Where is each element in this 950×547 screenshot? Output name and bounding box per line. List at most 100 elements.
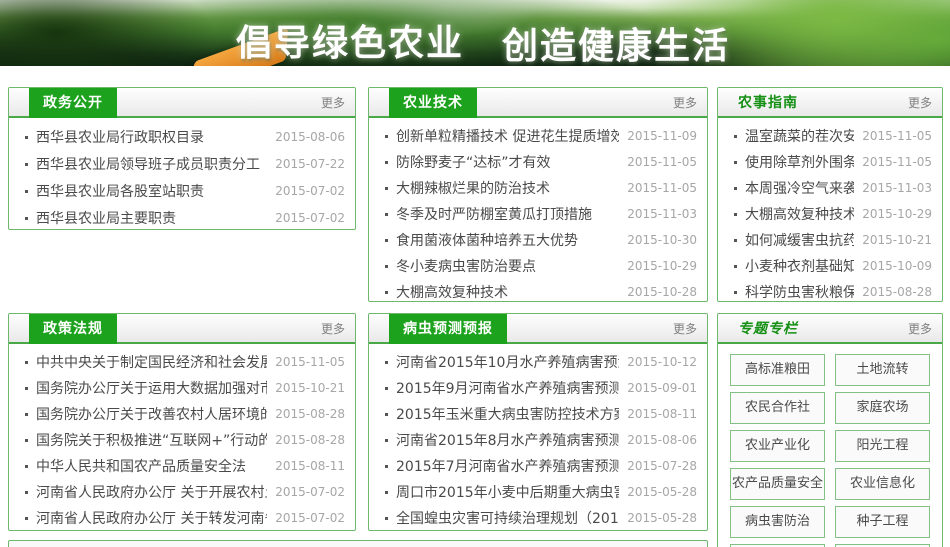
list-item[interactable]: 大棚辣椒烂果的防治技术 2015-11-05: [383, 175, 697, 201]
panel-bottom-partial: [8, 540, 708, 547]
item-title[interactable]: 冬季及时严防棚室黄瓜打顶措施: [383, 204, 619, 224]
item-title[interactable]: 中华人民共和国农产品质量安全法: [23, 456, 267, 476]
item-date: 2015-10-09: [862, 259, 932, 273]
list-item[interactable]: 国务院办公厅关于改善农村人居环境的指导 2015-08-28: [23, 401, 345, 427]
item-title[interactable]: 国务院办公厅关于运用大数据加强对市场主: [23, 378, 267, 398]
topic-button-seed-project[interactable]: 种子工程: [835, 506, 930, 538]
list-item[interactable]: 本周强冷空气来袭2015-11-03: [732, 175, 932, 201]
item-title[interactable]: 中共中央关于制定国民经济和社会发展第十: [23, 352, 267, 372]
list-item[interactable]: 冬小麦病虫害防治要点 2015-10-29: [383, 253, 697, 279]
item-date: 2015-08-06: [275, 130, 345, 144]
item-title[interactable]: 温室蔬菜的茬次安: [732, 126, 854, 146]
tab-pest-forecast[interactable]: 病虫预测预报: [389, 314, 507, 344]
topic-button-agri-informatization[interactable]: 农业信息化: [835, 468, 930, 500]
list-item[interactable]: 如何减缓害虫抗药2015-10-21: [732, 227, 932, 253]
list-item[interactable]: 河南省人民政府办公厅 关于转发河南省进一2015-07-02: [23, 505, 345, 531]
list-item[interactable]: 西华县农业局主要职责2015-07-02: [23, 204, 345, 230]
list-item[interactable]: 中共中央关于制定国民经济和社会发展第十 2015-11-05: [23, 349, 345, 375]
panel-farming-guide: 农事指南 更多 温室蔬菜的茬次安2015-11-05 使用除草剂外围条2015-…: [717, 87, 943, 302]
item-title[interactable]: 2015年9月河南省水产养殖病害预测预报: [383, 378, 619, 398]
topic-button-family-farms[interactable]: 家庭农场: [835, 392, 930, 424]
item-date: 2015-11-05: [627, 181, 697, 195]
item-date: 2015-11-03: [627, 207, 697, 221]
list-item[interactable]: 国务院办公厅关于运用大数据加强对市场主2015-10-21: [23, 375, 345, 401]
more-link[interactable]: 更多: [673, 314, 697, 344]
list-item[interactable]: 西华县农业局行政职权目录 2015-08-06: [23, 123, 345, 150]
list-item[interactable]: 2015年玉米重大病虫害防控技术方案2015-08-11: [383, 401, 697, 427]
list-item[interactable]: 冬季及时严防棚室黄瓜打顶措施 2015-11-03: [383, 201, 697, 227]
topic-button-farmer-coops[interactable]: 农民合作社: [730, 392, 825, 424]
list-item[interactable]: 创新单粒精播技术 促进花生提质增效2015-11-09: [383, 123, 697, 149]
topic-button-agri-industrialization[interactable]: 农业产业化: [730, 430, 825, 462]
item-title[interactable]: 河南省2015年8月水产养殖病害预测预报: [383, 430, 619, 450]
topic-button-pest-control[interactable]: 病虫害防治: [730, 506, 825, 538]
more-link[interactable]: 更多: [908, 88, 932, 118]
item-title[interactable]: 食用菌液体菌种培养五大优势: [383, 230, 619, 250]
item-title[interactable]: 河南省2015年10月水产养殖病害预测预报: [383, 352, 619, 372]
tab-gov-affairs[interactable]: 政务公开: [29, 88, 117, 118]
item-title[interactable]: 全国蝗虫灾害可持续治理规划（2014-2020年: [383, 508, 619, 528]
topic-button-land-transfer[interactable]: 土地流转: [835, 354, 930, 386]
item-title[interactable]: 国务院办公厅关于改善农村人居环境的指导: [23, 404, 267, 424]
more-link[interactable]: 更多: [321, 88, 345, 118]
item-title[interactable]: 小麦种衣剂基础知: [732, 256, 854, 276]
tab-agri-tech[interactable]: 农业技术: [389, 88, 477, 118]
item-date: 2015-11-05: [275, 355, 345, 369]
list-item[interactable]: 西华县农业局各股室站职责2015-07-02: [23, 177, 345, 204]
topic-button-sunshine-project[interactable]: 阳光工程: [835, 430, 930, 462]
item-title[interactable]: 2015年玉米重大病虫害防控技术方案: [383, 404, 619, 424]
list-item[interactable]: 西华县农业局领导班子成员职责分工2015-07-22: [23, 150, 345, 177]
more-link[interactable]: 更多: [908, 314, 932, 344]
item-title[interactable]: 如何减缓害虫抗药: [732, 230, 854, 250]
item-title[interactable]: 冬小麦病虫害防治要点: [383, 256, 619, 276]
list-item[interactable]: 使用除草剂外围条2015-11-05: [732, 149, 932, 175]
list-item[interactable]: 温室蔬菜的茬次安2015-11-05: [732, 123, 932, 149]
panel-policy: 政策法规 更多 中共中央关于制定国民经济和社会发展第十 2015-11-05 国务…: [8, 313, 356, 531]
item-date: 2015-10-29: [627, 259, 697, 273]
list-item[interactable]: 大棚高效复种技术2015-10-28: [383, 279, 697, 302]
list-item[interactable]: 河南省2015年8月水产养殖病害预测预报2015-08-06: [383, 427, 697, 453]
item-title[interactable]: 2015年7月河南省水产养殖病害预测预报: [383, 456, 619, 476]
item-title[interactable]: 大棚高效复种技术: [732, 204, 854, 224]
list-item[interactable]: 2015年7月河南省水产养殖病害预测预报2015-07-28: [383, 453, 697, 479]
list-item[interactable]: 食用菌液体菌种培养五大优势 2015-10-30: [383, 227, 697, 253]
list-item[interactable]: 小麦种衣剂基础知 2015-10-09: [732, 253, 932, 279]
topic-button-grain-fields[interactable]: 高标准粮田: [730, 354, 825, 386]
item-title[interactable]: 周口市2015年小麦中后期重大病虫害发生趋: [383, 482, 619, 502]
panel-header: 政策法规 更多: [9, 314, 355, 344]
list-item[interactable]: 大棚高效复种技术2015-10-29: [732, 201, 932, 227]
list-item[interactable]: 周口市2015年小麦中后期重大病虫害发生趋2015-05-28: [383, 479, 697, 505]
list-item[interactable]: 河南省2015年10月水产养殖病害预测预报2015-10-12: [383, 349, 697, 375]
list-item[interactable]: 河南省人民政府办公厅 关于开展农村土地承2015-07-02: [23, 479, 345, 505]
item-title[interactable]: 国务院关于积极推进“互联网+”行动的指导: [23, 430, 267, 450]
list-item[interactable]: 国务院关于积极推进“互联网+”行动的指导2015-08-28: [23, 427, 345, 453]
list-item[interactable]: 科学防虫害秋粮保2015-08-28: [732, 279, 932, 302]
topic-button-product-quality-safety[interactable]: 农产品质量安全: [730, 468, 825, 500]
title-farming-guide: 农事指南: [738, 88, 798, 118]
item-date: 2015-08-28: [275, 407, 345, 421]
list-item[interactable]: 2015年9月河南省水产养殖病害预测预报2015-09-01: [383, 375, 697, 401]
list-item[interactable]: 防除野麦子“达标”才有效2015-11-05: [383, 149, 697, 175]
item-title[interactable]: 河南省人民政府办公厅 关于开展农村土地承: [23, 482, 267, 502]
more-link[interactable]: 更多: [321, 314, 345, 344]
item-title[interactable]: 西华县农业局各股室站职责: [23, 181, 267, 201]
item-title[interactable]: 西华县农业局行政职权目录: [23, 127, 267, 147]
page: 倡导绿色农业 创造健康生活 政务公开 更多 西华县农业局行政职权目录2015-0…: [0, 0, 950, 547]
more-link[interactable]: 更多: [673, 88, 697, 118]
item-title[interactable]: 科学防虫害秋粮保: [732, 282, 854, 302]
item-title[interactable]: 本周强冷空气来袭: [732, 178, 854, 198]
list-item[interactable]: 中华人民共和国农产品质量安全法2015-08-11: [23, 453, 345, 479]
item-title[interactable]: 西华县农业局主要职责: [23, 208, 267, 228]
item-title[interactable]: 防除野麦子“达标”才有效: [383, 152, 619, 172]
item-title[interactable]: 使用除草剂外围条: [732, 152, 854, 172]
tab-policy[interactable]: 政策法规: [29, 314, 117, 344]
panel-pest-forecast: 病虫预测预报 更多 河南省2015年10月水产养殖病害预测预报2015-10-1…: [368, 313, 708, 531]
item-title[interactable]: 大棚辣椒烂果的防治技术: [383, 178, 619, 198]
list-item[interactable]: 全国蝗虫灾害可持续治理规划（2014-2020年2015-05-28: [383, 505, 697, 531]
panel-special-topics: 专题专栏 更多 高标准粮田 土地流转 农民合作社 家庭农场 农业产业化 阳光工程…: [717, 313, 943, 547]
item-title[interactable]: 河南省人民政府办公厅 关于转发河南省进一: [23, 508, 267, 528]
item-title[interactable]: 西华县农业局领导班子成员职责分工: [23, 154, 267, 174]
item-title[interactable]: 大棚高效复种技术: [383, 282, 619, 302]
item-title[interactable]: 创新单粒精播技术 促进花生提质增效: [383, 126, 619, 146]
item-date: 2015-10-30: [627, 233, 697, 247]
